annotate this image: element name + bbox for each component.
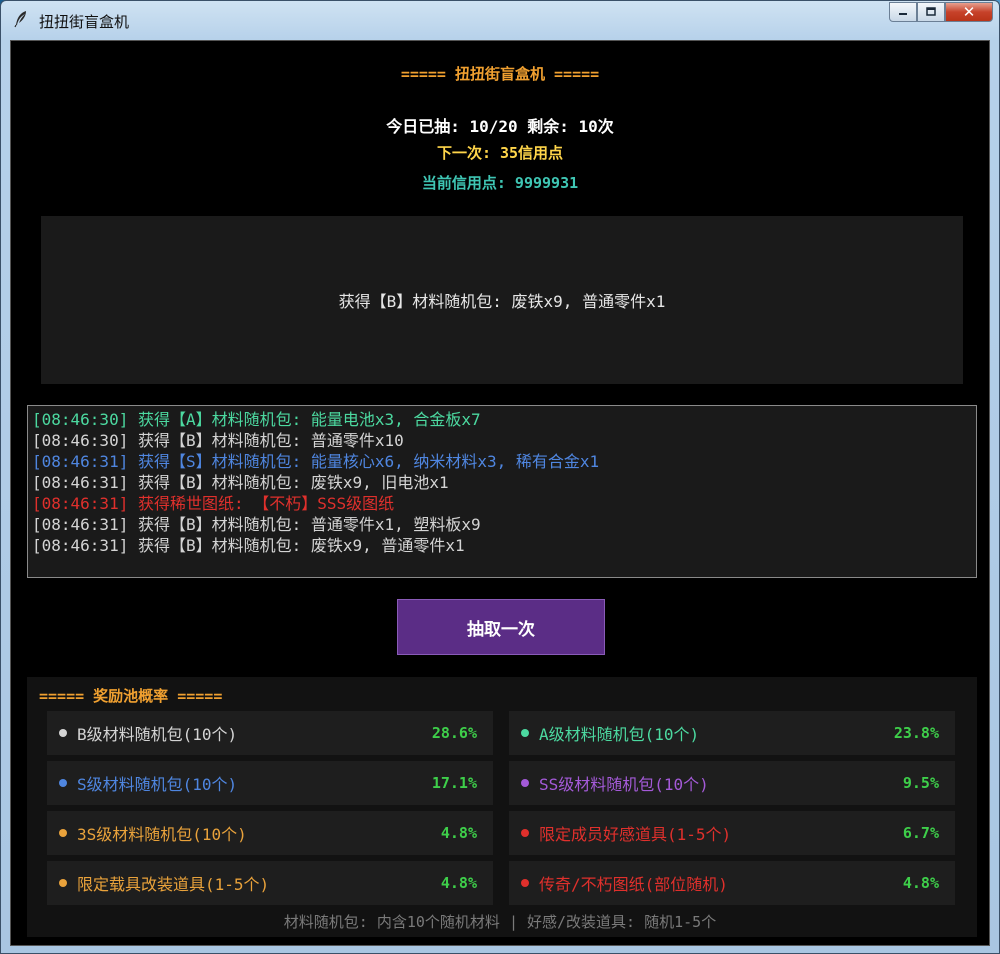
pool-item-name: 传奇/不朽图纸(部位随机) bbox=[539, 875, 728, 894]
log-line: [08:46:30] 获得【B】材料随机包: 普通零件x10 bbox=[32, 431, 404, 450]
bullet-dot-icon bbox=[521, 829, 529, 837]
pool-item-rate: 6.7% bbox=[902, 824, 939, 842]
app-window: 扭扭街盲盒机 ✕ ===== 扭扭街盲盒机 ===== 今日已抽: 10/20 … bbox=[0, 0, 1000, 954]
pool-item-rate: 9.5% bbox=[902, 774, 939, 792]
pool-footer-note: 材料随机包: 内含10个随机材料 | 好感/改装道具: 随机1-5个 bbox=[283, 913, 717, 931]
reward-pool-title: ===== 奖励池概率 ===== bbox=[39, 687, 223, 705]
page-title: ===== 扭扭街盲盒机 ===== bbox=[400, 65, 600, 83]
bullet-dot-icon bbox=[521, 879, 529, 887]
close-button[interactable]: ✕ bbox=[945, 2, 993, 22]
bullet-dot-icon bbox=[59, 729, 67, 737]
title-bar[interactable]: 扭扭街盲盒机 ✕ bbox=[1, 1, 999, 39]
pool-item: 限定成员好感道具(1-5个) 6.7% bbox=[509, 811, 955, 855]
bullet-dot-icon bbox=[521, 729, 529, 737]
pool-item-name: 限定成员好感道具(1-5个) bbox=[539, 825, 732, 844]
pool-item-name: A级材料随机包(10个) bbox=[539, 725, 700, 744]
reward-pool-panel: ===== 奖励池概率 ===== B级材料随机包(10个) 28.6% A级材… bbox=[27, 677, 977, 937]
bullet-dot-icon bbox=[59, 879, 67, 887]
window-controls: ✕ bbox=[889, 2, 993, 22]
log-line: [08:46:31] 获得【B】材料随机包: 普通零件x1, 塑料板x9 bbox=[32, 515, 481, 534]
window-title: 扭扭街盲盒机 bbox=[39, 13, 130, 31]
log-line: [08:46:31] 获得【B】材料随机包: 废铁x9, 普通零件x1 bbox=[32, 536, 465, 555]
log-line: [08:46:31] 获得稀世图纸: 【不朽】SSS级图纸 bbox=[32, 494, 395, 513]
bullet-dot-icon bbox=[59, 829, 67, 837]
draw-log[interactable]: [08:46:30] 获得【A】材料随机包: 能量电池x3, 合金板x7 [08… bbox=[27, 405, 977, 578]
pool-item-name: B级材料随机包(10个) bbox=[77, 725, 238, 744]
next-draw-cost: 下一次: 35信用点 bbox=[436, 144, 564, 162]
pool-item-rate: 4.8% bbox=[902, 874, 939, 892]
current-credits: 当前信用点: 9999931 bbox=[421, 174, 579, 192]
pool-item: 传奇/不朽图纸(部位随机) 4.8% bbox=[509, 861, 955, 905]
pool-item: B级材料随机包(10个) 28.6% bbox=[47, 711, 493, 755]
maximize-button[interactable] bbox=[917, 2, 945, 22]
result-text: 获得【B】材料随机包: 废铁x9, 普通零件x1 bbox=[338, 292, 666, 311]
pool-item: 3S级材料随机包(10个) 4.8% bbox=[47, 811, 493, 855]
pool-item-rate: 17.1% bbox=[431, 774, 477, 792]
log-line: [08:46:31] 获得【B】材料随机包: 废铁x9, 旧电池x1 bbox=[32, 473, 449, 492]
daily-draw-count: 今日已抽: 10/20 剩余: 10次 bbox=[386, 117, 614, 136]
pool-item-rate: 28.6% bbox=[431, 724, 477, 742]
pool-item-rate: 23.8% bbox=[893, 724, 939, 742]
pool-item: S级材料随机包(10个) 17.1% bbox=[47, 761, 493, 805]
minimize-button[interactable] bbox=[889, 2, 917, 22]
draw-once-button[interactable]: 抽取一次 bbox=[397, 599, 605, 655]
pool-item-rate: 4.8% bbox=[440, 874, 477, 892]
close-icon: ✕ bbox=[962, 3, 976, 21]
pool-item-name: 3S级材料随机包(10个) bbox=[77, 825, 247, 844]
pool-item: 限定载具改装道具(1-5个) 4.8% bbox=[47, 861, 493, 905]
log-line: [08:46:30] 获得【A】材料随机包: 能量电池x3, 合金板x7 bbox=[32, 410, 481, 429]
bullet-dot-icon bbox=[521, 779, 529, 787]
maximize-icon bbox=[926, 7, 936, 16]
log-line: [08:46:31] 获得【S】材料随机包: 能量核心x6, 纳米材料x3, 稀… bbox=[32, 452, 600, 471]
pool-item: A级材料随机包(10个) 23.8% bbox=[509, 711, 955, 755]
bullet-dot-icon bbox=[59, 779, 67, 787]
minimize-icon bbox=[899, 13, 907, 15]
pool-item-name: SS级材料随机包(10个) bbox=[539, 775, 709, 794]
feather-app-icon bbox=[13, 10, 29, 28]
app-content: ===== 扭扭街盲盒机 ===== 今日已抽: 10/20 剩余: 10次 下… bbox=[10, 40, 990, 946]
result-panel: 获得【B】材料随机包: 废铁x9, 普通零件x1 bbox=[41, 216, 963, 384]
pool-item-rate: 4.8% bbox=[440, 824, 477, 842]
pool-item: SS级材料随机包(10个) 9.5% bbox=[509, 761, 955, 805]
pool-item-name: 限定载具改装道具(1-5个) bbox=[77, 875, 270, 894]
pool-item-name: S级材料随机包(10个) bbox=[77, 775, 238, 794]
